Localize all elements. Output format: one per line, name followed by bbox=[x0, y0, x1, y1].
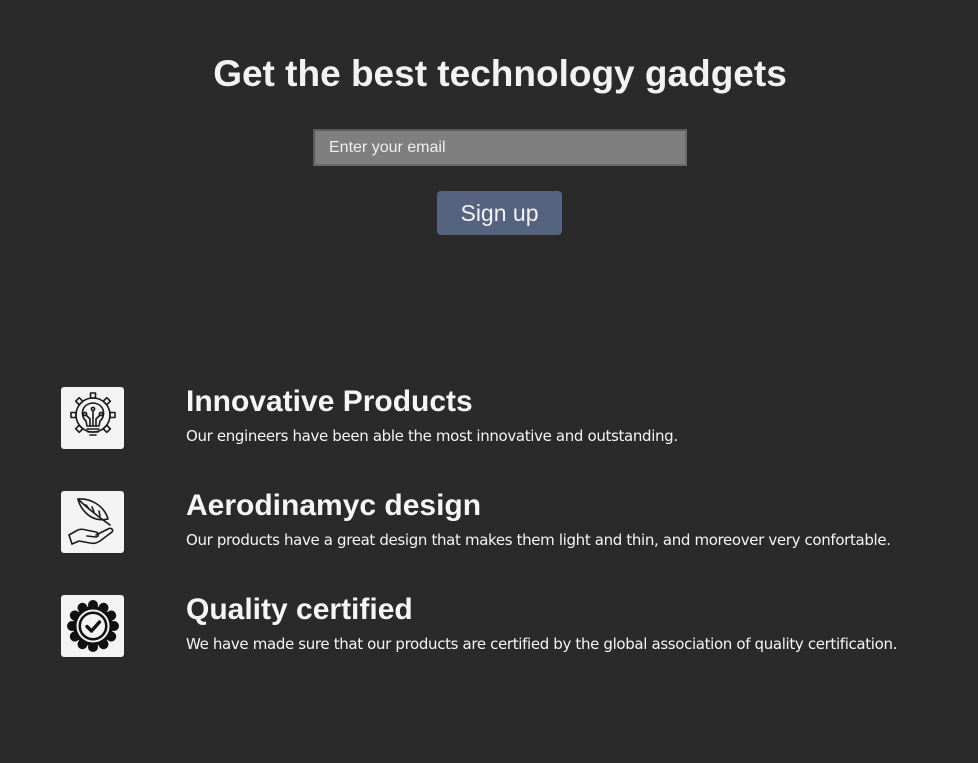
feature-description: Our engineers have been able the most in… bbox=[186, 427, 678, 445]
feature-title: Quality certified bbox=[186, 593, 413, 626]
feature-description: We have made sure that our products are … bbox=[186, 635, 898, 653]
hero-title: Get the best technology gadgets bbox=[213, 53, 787, 94]
signup-button[interactable]: Sign up bbox=[437, 191, 562, 235]
feature-quality-certified: Quality certified We have made sure that… bbox=[61, 593, 961, 659]
feature-aerodynamic-design: Aerodinamyc design Our products have a g… bbox=[61, 489, 961, 555]
feather-hand-icon bbox=[61, 491, 124, 553]
lightbulb-gear-icon bbox=[61, 387, 124, 449]
feature-description: Our products have a great design that ma… bbox=[186, 531, 891, 549]
quality-badge-icon bbox=[61, 595, 124, 657]
feature-title: Aerodinamyc design bbox=[186, 489, 482, 522]
feature-innovative-products: Innovative Products Our engineers have b… bbox=[61, 385, 961, 451]
feature-title: Innovative Products bbox=[186, 385, 473, 418]
email-input[interactable] bbox=[313, 129, 687, 166]
hero-section: Get the best technology gadgets Sign up bbox=[0, 0, 978, 260]
